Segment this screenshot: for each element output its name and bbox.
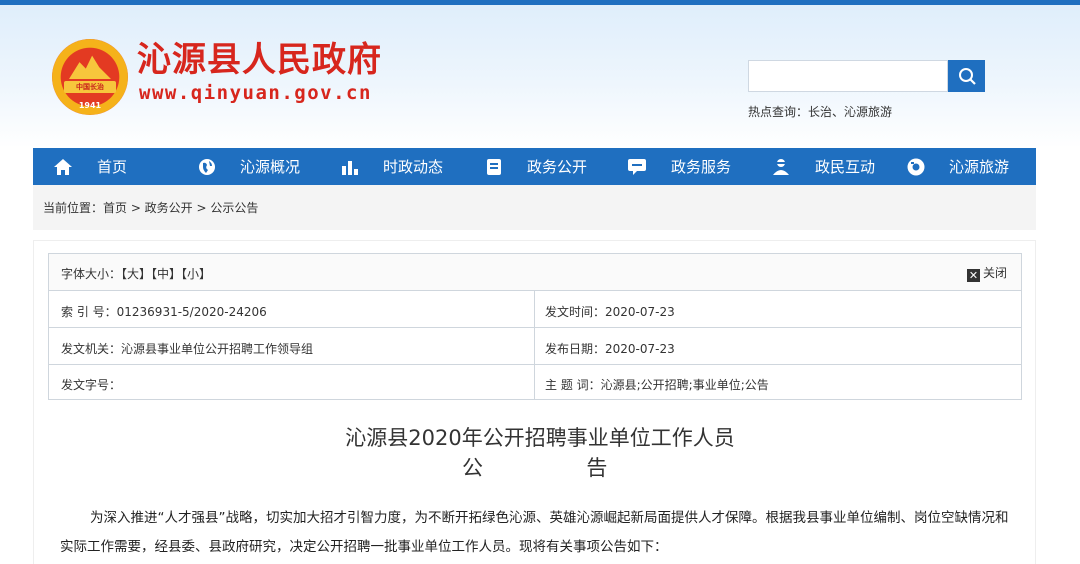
nav-label: 沁源概况 [240, 158, 301, 176]
issue-time: 发文时间：2020-07-23 [545, 305, 675, 319]
globe-icon [199, 158, 215, 175]
close-button[interactable]: ✕ 关闭 [967, 264, 1007, 282]
keywords: 主 题 词：沁源县;公开招聘;事业单位;公告 [545, 378, 769, 392]
document-subtitle: 公 告 [462, 452, 607, 482]
meta-row-2: 发文机关：沁源县事业单位公开招聘工作领导组 发布日期：2020-07-23 [49, 328, 1021, 365]
table-divider [534, 291, 535, 400]
font-size-controls[interactable]: 字体大小：【大】【中】【小】 [61, 265, 211, 282]
site-url[interactable]: www.qinyuan.gov.cn [139, 82, 372, 104]
users-icon [773, 158, 789, 175]
nav-label: 政务公开 [527, 158, 588, 176]
document-icon [487, 158, 501, 175]
site-name[interactable]: 沁源县人民政府 [137, 40, 382, 80]
nav-label: 沁源旅游 [949, 158, 1010, 176]
article-text: 为深入推进“人才强县”战略，切实加大招才引智力度，为不断开拓绿色沁源、英雄沁源崛… [60, 510, 1009, 555]
close-label: 关闭 [983, 266, 1008, 280]
font-size-row: 字体大小：【大】【中】【小】 ✕ 关闭 [49, 254, 1021, 291]
nav-item-open-gov[interactable]: 政务公开 [485, 148, 587, 185]
meta-row-1: 索 引 号：01236931-5/2020-24206 发文时间：2020-07… [49, 291, 1021, 328]
nav-label: 时政动态 [383, 158, 444, 176]
emblem-year-text: 1941 [78, 101, 102, 110]
document-number: 发文字号： [61, 378, 122, 392]
document-meta-table: 字体大小：【大】【中】【小】 ✕ 关闭 索 引 号：01236931-5/2020… [48, 253, 1022, 400]
nav-item-tourism[interactable]: 沁源旅游 [907, 148, 1009, 185]
search-icon [958, 68, 976, 85]
nav-item-interaction[interactable]: 政民互动 [771, 148, 875, 185]
mountain-icon [69, 55, 111, 79]
meta-row-3: 发文字号： 主 题 词：沁源县;公开招聘;事业单位;公告 [49, 365, 1021, 400]
chat-icon [628, 158, 646, 175]
subtitle-char: 公 [462, 456, 483, 480]
home-icon [54, 158, 72, 175]
article-paragraph: 为深入推进“人才强县”战略，切实加大招才引智力度，为不断开拓绿色沁源、英雄沁源崛… [60, 504, 1020, 562]
nav-item-news[interactable]: 时政动态 [341, 148, 443, 185]
nav-item-services[interactable]: 政务服务 [627, 148, 731, 185]
document-title: 沁源县2020年公开招聘事业单位工作人员 [345, 426, 735, 450]
search-input[interactable] [748, 60, 948, 92]
bar-chart-icon [342, 160, 358, 175]
nav-label: 首页 [97, 158, 128, 176]
nav-label: 政民互动 [815, 158, 876, 176]
camera-icon [907, 158, 925, 175]
nav-label: 政务服务 [671, 158, 732, 176]
close-icon: ✕ [967, 269, 980, 282]
hot-search-links[interactable]: 热点查询：长治、沁源旅游 [748, 103, 892, 120]
breadcrumb-bar: 当前位置：首页 > 政务公开 > 公示公告 [33, 185, 1036, 230]
breadcrumb[interactable]: 当前位置：首页 > 政务公开 > 公示公告 [43, 199, 258, 216]
county-emblem-logo[interactable]: 中国长治 1941 [52, 39, 128, 115]
nav-item-home[interactable]: 首页 [53, 148, 127, 185]
nav-item-overview[interactable]: 沁源概况 [198, 148, 300, 185]
emblem-band-text: 中国长治 [64, 81, 116, 93]
subtitle-char: 告 [586, 456, 608, 480]
main-nav: 首页 沁源概况 时政动态 政务公开 政务服务 政民互动 沁源旅游 [33, 148, 1036, 185]
search-button[interactable] [948, 60, 985, 92]
publish-date: 发布日期：2020-07-23 [545, 342, 675, 356]
index-number: 索 引 号：01236931-5/2020-24206 [61, 305, 267, 319]
issuing-authority: 发文机关：沁源县事业单位公开招聘工作领导组 [61, 342, 314, 356]
